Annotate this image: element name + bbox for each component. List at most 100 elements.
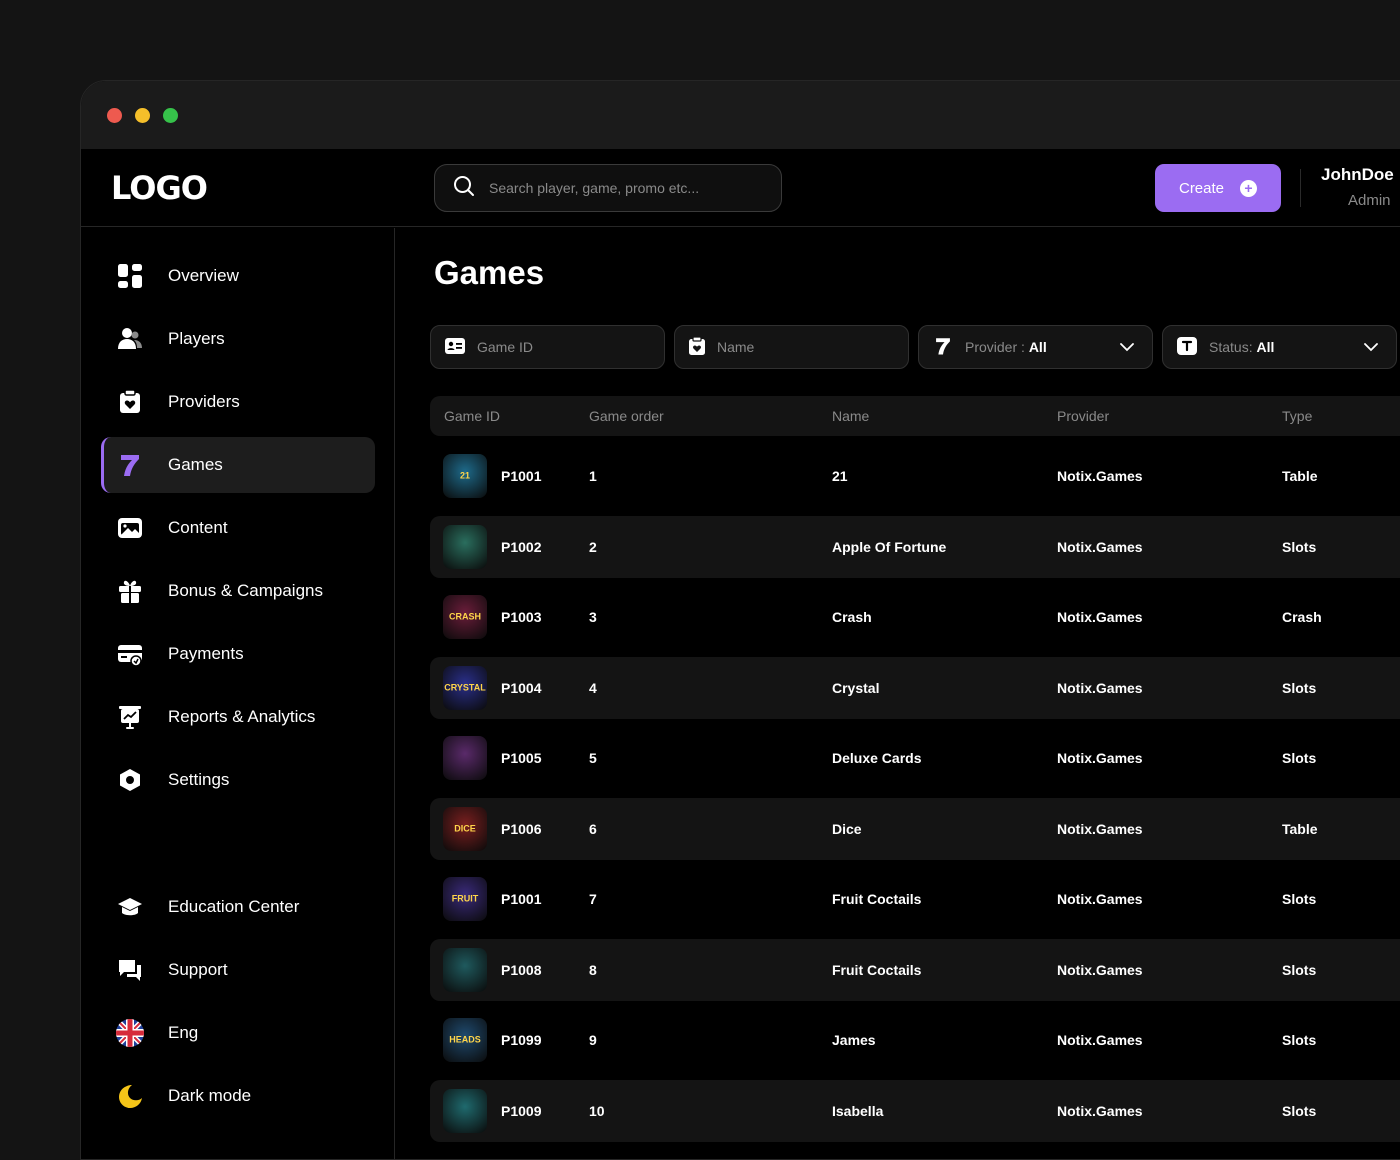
game-name-cell: Isabella <box>832 1102 884 1119</box>
type-cell: Table <box>1282 468 1318 484</box>
sidebar-item-education-center[interactable]: Education Center <box>101 879 375 935</box>
provider-cell: Notix.Games <box>1057 468 1143 484</box>
status-icon <box>1177 336 1197 358</box>
game-order-cell: 6 <box>589 820 597 837</box>
provider-cell: Notix.Games <box>1057 750 1143 766</box>
overview-icon <box>116 262 144 290</box>
table-row[interactable]: HEADS P1099 9 James Notix.Games Slots <box>430 1009 1400 1071</box>
column-header-provider[interactable]: Provider <box>1057 408 1109 424</box>
name-filter[interactable] <box>674 325 909 369</box>
create-button[interactable]: Create + <box>1155 164 1281 212</box>
game-thumbnail <box>443 524 487 569</box>
game-name-cell: Fruit Coctails <box>832 891 922 907</box>
table-row[interactable]: P1008 8 Fruit Coctails Notix.Games Slots <box>430 938 1400 1001</box>
main-content: Games Provider : All St <box>396 228 1400 1159</box>
game-id-cell: P1005 <box>501 750 542 766</box>
sidebar-item-players[interactable]: Players <box>101 311 375 367</box>
sidebar-item-language[interactable]: Eng <box>101 1005 375 1061</box>
game-thumbnail: 21 <box>443 454 487 498</box>
chat-icon <box>116 956 144 984</box>
sidebar-item-label: Reports & Analytics <box>168 707 316 726</box>
create-button-label: Create <box>1178 179 1225 197</box>
game-order-cell: 2 <box>589 538 597 555</box>
game-thumbnail-text: HEADS <box>449 1034 481 1045</box>
name-input[interactable] <box>717 339 867 355</box>
game-id-cell: P1001 <box>501 468 542 484</box>
search-icon <box>453 175 475 202</box>
game-name-cell: Crystal <box>832 679 880 696</box>
type-cell: Slots <box>1282 538 1317 555</box>
provider-cell: Notix.Games <box>1057 820 1143 837</box>
column-header-game-id[interactable]: Game ID <box>444 408 500 424</box>
type-cell: Slots <box>1282 1102 1317 1119</box>
sidebar-item-reports-analytics[interactable]: Reports & Analytics <box>101 689 375 745</box>
game-order-cell: 4 <box>589 679 597 696</box>
provider-dropdown[interactable]: Provider : All <box>918 325 1153 369</box>
clipboard-heart-icon <box>689 335 705 358</box>
table-row[interactable]: DICE P1006 6 Dice Notix.Games Table <box>430 797 1400 860</box>
game-order-cell: 7 <box>589 891 597 907</box>
minimize-window-button[interactable] <box>135 107 150 123</box>
sidebar-item-content[interactable]: Content <box>101 500 375 556</box>
table-row[interactable]: 21 P1001 1 21 Notix.Games Table <box>430 445 1400 507</box>
game-thumbnail: CRYSTAL <box>443 665 487 710</box>
table-row[interactable]: FRUIT P1001 7 Fruit Coctails Notix.Games Slot… <box>430 868 1400 930</box>
status-dropdown[interactable]: Status: All <box>1162 325 1397 369</box>
sidebar-item-label: Payments <box>168 644 244 663</box>
logo[interactable]: LOGO <box>111 169 208 207</box>
table-row[interactable]: CRASH P1003 3 Crash Notix.Games Crash <box>430 586 1400 648</box>
status-filter-label: Status: <box>1209 339 1257 355</box>
table-row[interactable]: P1005 5 Deluxe Cards Notix.Games Slots <box>430 727 1400 789</box>
table-header: Game ID Game order Name Provider Type <box>430 396 1400 436</box>
game-name-cell: Dice <box>832 820 862 837</box>
plus-icon: + <box>1240 179 1258 197</box>
sidebar-item-bonus-campaigns[interactable]: Bonus & Campaigns <box>101 563 375 619</box>
status-filter-text: Status: All <box>1209 339 1274 355</box>
game-id-cell: P1002 <box>501 538 542 555</box>
game-order-cell: 1 <box>589 468 597 484</box>
game-thumbnail: DICE <box>443 806 487 851</box>
column-header-name[interactable]: Name <box>832 408 869 424</box>
sidebar-item-dark-mode[interactable]: Dark mode <box>101 1068 375 1124</box>
column-header-type[interactable]: Type <box>1282 408 1312 424</box>
search-input[interactable] <box>489 180 749 196</box>
user-role: Admin <box>1348 192 1391 209</box>
user-name[interactable]: JohnDoe <box>1321 165 1394 185</box>
sidebar-item-support[interactable]: Support <box>101 942 375 998</box>
game-id-filter[interactable] <box>430 325 665 369</box>
sidebar-item-settings[interactable]: Settings <box>101 752 375 808</box>
table-row[interactable]: CRYSTAL P1004 4 Crystal Notix.Games Slots <box>430 656 1400 719</box>
sidebar-item-providers[interactable]: Providers <box>101 374 375 430</box>
provider-cell: Notix.Games <box>1057 1102 1143 1119</box>
sidebar-item-overview[interactable]: Overview <box>101 248 375 304</box>
provider-filter-value: All <box>1028 339 1047 355</box>
sidebar-item-payments[interactable]: Payments <box>101 626 375 682</box>
table-row[interactable]: P1009 10 Isabella Notix.Games Slots <box>430 1079 1400 1142</box>
game-name-cell: Crash <box>832 609 872 625</box>
sidebar: Overview Players Providers Games Content <box>81 228 395 1159</box>
sidebar-item-label: Bonus & Campaigns <box>168 581 323 600</box>
game-id-cell: P1099 <box>501 1032 542 1048</box>
provider-cell: Notix.Games <box>1057 961 1143 978</box>
close-window-button[interactable] <box>107 107 122 123</box>
game-order-cell: 5 <box>589 750 597 766</box>
graduation-cap-icon <box>116 893 144 921</box>
players-icon <box>116 325 144 353</box>
uk-flag-icon <box>116 1019 144 1047</box>
column-header-game-order[interactable]: Game order <box>589 408 664 424</box>
game-id-cell: P1009 <box>501 1102 542 1119</box>
sidebar-item-label: Education Center <box>168 897 300 916</box>
maximize-window-button[interactable] <box>163 107 178 123</box>
game-thumbnail: CRASH <box>443 595 487 639</box>
game-thumbnail <box>443 736 487 780</box>
sidebar-item-label: Providers <box>168 392 240 411</box>
search-box[interactable] <box>434 164 782 212</box>
sidebar-item-games[interactable]: Games <box>101 437 375 493</box>
game-thumbnail: FRUIT <box>443 877 487 921</box>
table-row[interactable]: P1002 2 Apple Of Fortune Notix.Games Slots <box>430 515 1400 578</box>
game-order-cell: 10 <box>589 1102 605 1119</box>
sidebar-item-label: Dark mode <box>168 1086 252 1105</box>
sidebar-item-label: Eng <box>168 1023 199 1042</box>
game-id-input[interactable] <box>477 339 627 355</box>
game-thumbnail: HEADS <box>443 1018 487 1062</box>
